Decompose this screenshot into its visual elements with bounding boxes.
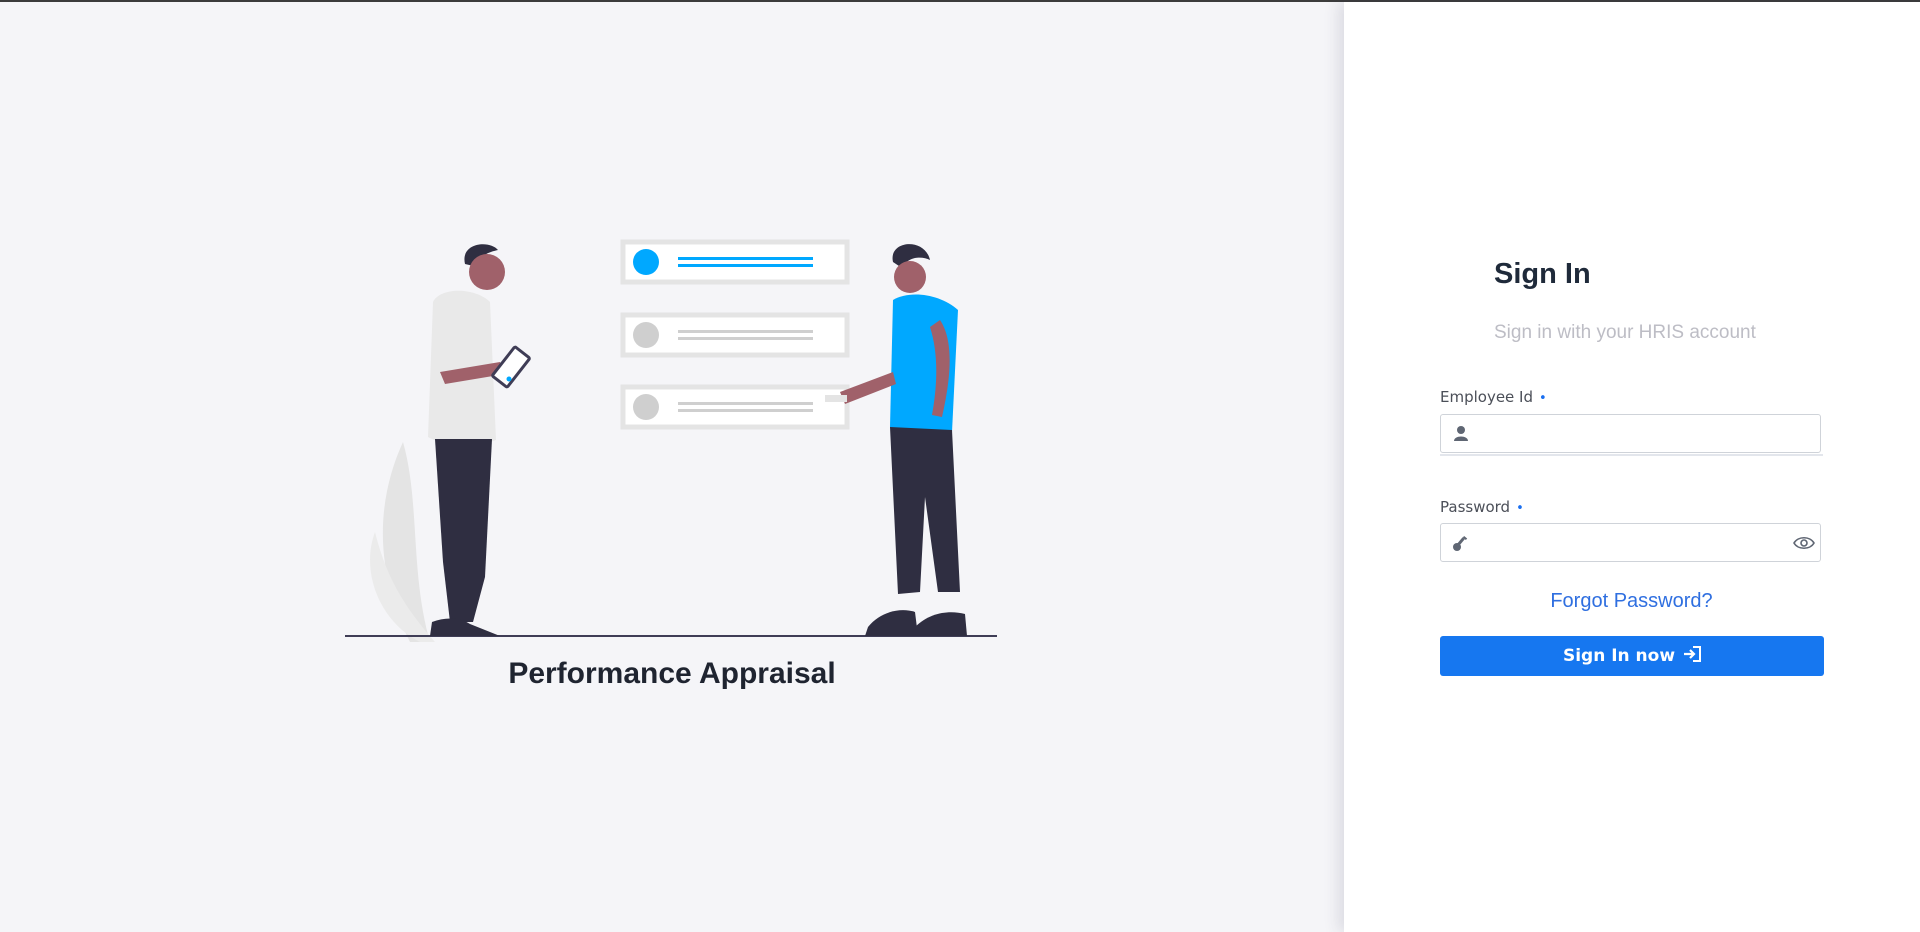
employee-id-input[interactable] [1477, 415, 1781, 454]
password-input[interactable] [1477, 524, 1781, 563]
forgot-password-link[interactable]: Forgot Password? [1440, 590, 1823, 613]
required-marker: • [1516, 501, 1524, 516]
sign-in-icon [1683, 645, 1702, 667]
signin-panel: Sign In Sign in with your HRIS account E… [1344, 2, 1920, 932]
signin-subtitle: Sign in with your HRIS account [1494, 322, 1756, 343]
password-field[interactable] [1440, 523, 1821, 563]
password-label: Password • [1440, 498, 1524, 516]
team-illustration [345, 239, 997, 642]
key-icon [1452, 534, 1469, 557]
illustration-panel: Performance Appraisal [0, 2, 1344, 932]
app-title: Performance Appraisal [508, 657, 836, 690]
eye-icon[interactable] [1793, 535, 1815, 556]
employee-id-label-text: Employee Id [1440, 388, 1534, 406]
field-divider [1440, 454, 1823, 456]
sign-in-button[interactable]: Sign In now [1440, 636, 1824, 676]
employee-id-field[interactable] [1440, 414, 1821, 454]
user-icon [1453, 425, 1469, 447]
signin-heading: Sign In [1494, 258, 1591, 290]
sign-in-button-label: Sign In now [1562, 646, 1676, 666]
required-marker: • [1539, 391, 1547, 406]
password-label-text: Password [1440, 498, 1511, 516]
employee-id-label: Employee Id • [1440, 388, 1547, 406]
